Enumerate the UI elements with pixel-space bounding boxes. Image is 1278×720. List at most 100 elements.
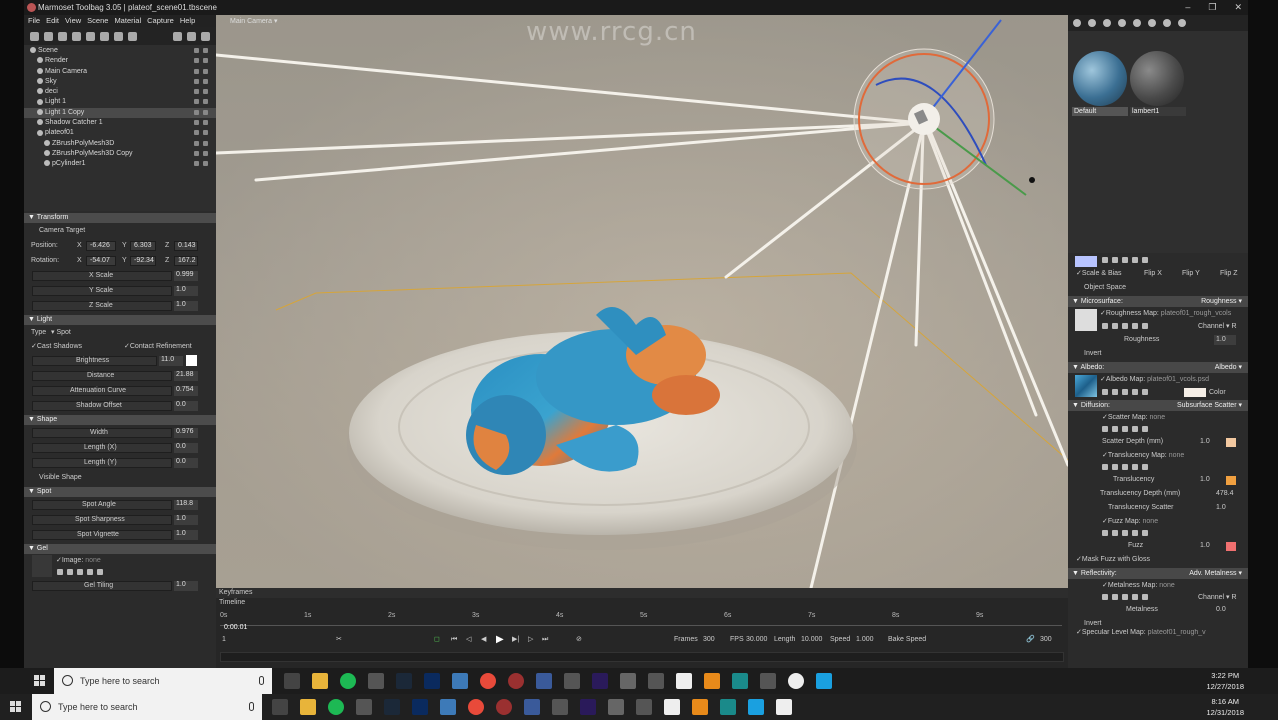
- refresh-icon[interactable]: [87, 569, 93, 575]
- scene-tree-item[interactable]: ZBrushPolyMesh3D Copy: [24, 149, 216, 159]
- menu-file[interactable]: File: [28, 15, 40, 27]
- spotify-icon[interactable]: [340, 673, 356, 689]
- length-y-value[interactable]: 0.0: [174, 457, 198, 468]
- scene-tree-item[interactable]: Light 1: [24, 97, 216, 107]
- gear-icon[interactable]: [1102, 257, 1108, 263]
- attenuation-value[interactable]: 0.754: [174, 385, 198, 396]
- steam-icon[interactable]: [396, 673, 412, 689]
- menu-edit[interactable]: Edit: [46, 15, 59, 27]
- reflectivity-header[interactable]: ▼ Reflectivity: Adv. Metalness ▾: [1068, 568, 1248, 579]
- taskbar-search-box[interactable]: Type here to search: [32, 694, 262, 720]
- channel-select[interactable]: Channel ▾ R: [1198, 320, 1237, 334]
- pencil-icon[interactable]: [1122, 464, 1128, 470]
- chrome-icon[interactable]: [468, 699, 484, 715]
- clapper-icon[interactable]: [776, 699, 792, 715]
- close-icon[interactable]: [97, 569, 103, 575]
- file-explorer-icon[interactable]: [300, 699, 316, 715]
- media-icon[interactable]: [760, 673, 776, 689]
- material-default-preview[interactable]: [1073, 51, 1127, 106]
- play-icon[interactable]: ▶: [496, 632, 504, 648]
- flip-x-checkbox[interactable]: Flip X: [1144, 267, 1162, 281]
- zbrush-icon[interactable]: [536, 673, 552, 689]
- task-view-icon[interactable]: [284, 673, 300, 689]
- bake-speed-button[interactable]: Bake Speed: [888, 632, 926, 648]
- scale-bias-checkbox[interactable]: ✓Scale & Bias: [1076, 267, 1122, 281]
- map-color-swatch[interactable]: [1075, 256, 1097, 267]
- roughness-value[interactable]: 1.0: [1214, 335, 1236, 345]
- refresh-icon[interactable]: [1163, 19, 1171, 27]
- taskbar-clock[interactable]: 3:22 PM 12/27/2018: [1206, 670, 1244, 692]
- eye-icon[interactable]: [203, 120, 208, 126]
- blender-icon[interactable]: [620, 673, 636, 689]
- scene-tree-item[interactable]: Shadow Catcher 1: [24, 118, 216, 128]
- add-material-icon[interactable]: [1073, 19, 1081, 27]
- delete-icon[interactable]: [1133, 19, 1141, 27]
- frames-value[interactable]: 300: [703, 632, 715, 648]
- search-icon[interactable]: [1112, 389, 1118, 395]
- search-icon[interactable]: [1112, 323, 1118, 329]
- pencil-icon[interactable]: [1122, 530, 1128, 536]
- refresh-icon[interactable]: [1132, 530, 1138, 536]
- close-icon[interactable]: [1142, 257, 1148, 263]
- davinci-icon[interactable]: [508, 673, 524, 689]
- folder-icon[interactable]: [1118, 19, 1126, 27]
- delete-icon[interactable]: [201, 31, 210, 41]
- translucency-depth-value[interactable]: 478.4: [1216, 487, 1234, 501]
- flip-z-checkbox[interactable]: Flip Z: [1220, 267, 1238, 281]
- eye-icon[interactable]: [203, 78, 208, 84]
- scene-tree-item[interactable]: ZBrushPolyMesh3D: [24, 139, 216, 149]
- y-scale-value[interactable]: 1.0: [174, 285, 198, 296]
- light-color-swatch[interactable]: [186, 355, 197, 366]
- frame-field[interactable]: 1: [222, 632, 226, 648]
- metalness-value[interactable]: 0.0: [1216, 603, 1226, 617]
- substance-icon[interactable]: [732, 673, 748, 689]
- lock-icon[interactable]: [194, 99, 199, 105]
- flip-y-checkbox[interactable]: Flip Y: [1182, 267, 1200, 281]
- scene-tree-item[interactable]: Render: [24, 56, 216, 66]
- keyframes-header[interactable]: Keyframes: [216, 588, 1068, 598]
- cast-shadows-checkbox[interactable]: ✓Cast Shadows: [31, 340, 82, 353]
- lock-icon[interactable]: [194, 68, 199, 74]
- illustrator-icon[interactable]: [704, 673, 720, 689]
- close-icon[interactable]: [1142, 530, 1148, 536]
- length-x-value[interactable]: 0.0: [174, 442, 198, 453]
- blender-icon[interactable]: [608, 699, 624, 715]
- position-x-field[interactable]: -6.426: [86, 240, 116, 251]
- maya-icon[interactable]: [564, 673, 580, 689]
- microphone-icon[interactable]: [259, 676, 264, 685]
- width-value[interactable]: 0.976: [174, 427, 198, 438]
- lock-icon[interactable]: [194, 78, 199, 84]
- mask-fuzz-checkbox[interactable]: ✓Mask Fuzz with Gloss: [1076, 553, 1150, 567]
- eye-icon[interactable]: [203, 140, 208, 146]
- step-back-icon[interactable]: ◀: [481, 632, 486, 648]
- timeline-header[interactable]: Timeline: [216, 598, 1068, 608]
- position-y-field[interactable]: 6.303: [130, 240, 156, 251]
- shape-header[interactable]: ▼ Shape: [24, 415, 216, 425]
- photoshop-icon[interactable]: [412, 699, 428, 715]
- rotation-x-field[interactable]: -54.07: [86, 255, 116, 266]
- end-frame-value[interactable]: 300: [1040, 632, 1052, 648]
- camera-target-label[interactable]: Camera Target: [39, 223, 85, 238]
- material-lambert1-label[interactable]: lambert1: [1130, 107, 1186, 116]
- x-scale-value[interactable]: 0.999: [174, 270, 198, 281]
- gear-icon[interactable]: [1102, 464, 1108, 470]
- albedo-color-swatch[interactable]: [1184, 388, 1206, 397]
- scene-tree-item[interactable]: Light 1 Copy: [24, 107, 216, 119]
- lock-icon[interactable]: [194, 161, 199, 167]
- lock-icon[interactable]: [194, 150, 199, 156]
- 3d-viewport[interactable]: Main Camera ▾ www.rrcg.cn: [216, 15, 1068, 588]
- microphone-icon[interactable]: [249, 702, 254, 711]
- albedo-mode-select[interactable]: Albedo ▾: [1215, 362, 1242, 373]
- spot-angle-value[interactable]: 118.8: [174, 499, 198, 510]
- task-view-icon[interactable]: [272, 699, 288, 715]
- gear-icon[interactable]: [1102, 426, 1108, 432]
- menu-material[interactable]: Material: [114, 15, 141, 27]
- add-camera-icon[interactable]: [58, 31, 67, 41]
- after-effects-icon[interactable]: [592, 673, 608, 689]
- add-mesh-icon[interactable]: [100, 31, 109, 41]
- eye-icon[interactable]: [203, 109, 208, 115]
- lock-icon[interactable]: [194, 120, 199, 126]
- taskbar-search-box[interactable]: Type here to search: [54, 668, 272, 694]
- lock-icon[interactable]: [194, 89, 199, 95]
- close-icon[interactable]: [1142, 323, 1148, 329]
